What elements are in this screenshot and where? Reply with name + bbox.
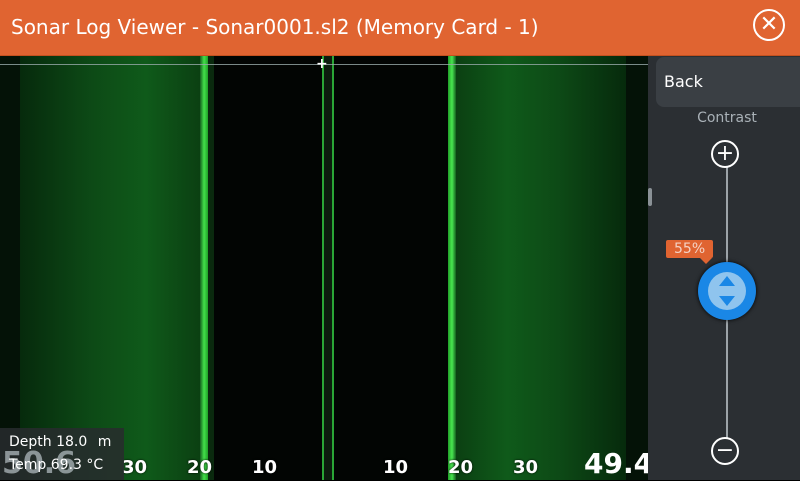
depth-label: Depth: [9, 434, 52, 450]
back-button[interactable]: Back: [656, 57, 800, 107]
back-label: Back: [664, 72, 703, 91]
window-title: Sonar Log Viewer - Sonar0001.sl2 (Memory…: [11, 15, 539, 39]
minus-icon[interactable]: −: [711, 437, 739, 465]
range-label: 10: [252, 457, 278, 478]
panel-scroll-handle[interactable]: [648, 188, 652, 206]
contrast-percent-badge: 55%: [666, 240, 714, 264]
knob-face: [708, 272, 746, 310]
temp-label: Temp: [9, 457, 47, 473]
depth-line: Depth 18.0 m: [9, 434, 111, 450]
title-bar: Sonar Log Viewer - Sonar0001.sl2 (Memory…: [0, 0, 800, 56]
sonar-band: [324, 56, 332, 480]
sonar-band: [0, 56, 20, 480]
contrast-slider-knob[interactable]: [698, 262, 756, 320]
range-label: 10: [383, 457, 409, 478]
crosshair-icon[interactable]: +: [316, 57, 328, 71]
sonar-band: [626, 56, 648, 480]
depth-temp-readout: 50.6 Depth 18.0 m Temp 69.3 °C: [0, 428, 124, 481]
bottom-right-readout: 49.4: [584, 447, 648, 480]
sonar-band: [214, 56, 322, 480]
sonar-band: [448, 56, 456, 480]
depth-unit: m: [97, 434, 112, 450]
range-label: 30: [513, 457, 539, 478]
range-label: 20: [187, 457, 213, 478]
close-icon[interactable]: ✕: [753, 9, 785, 41]
range-label: 20: [448, 457, 474, 478]
range-label: 30: [122, 457, 148, 478]
arrow-down-icon: [719, 296, 735, 306]
sonar-band: [200, 56, 208, 480]
temp-value: 69.3: [50, 457, 82, 473]
sonar-band: [456, 56, 626, 480]
sonar-band: [20, 56, 200, 480]
plus-icon[interactable]: +: [711, 140, 739, 168]
temp-line: Temp 69.3 °C: [9, 457, 103, 473]
temp-unit: °C: [86, 457, 104, 473]
sonar-view[interactable]: + 30 20 10 10 20 30 49.4: [0, 56, 648, 480]
sonar-band: [334, 56, 448, 480]
contrast-label: Contrast: [697, 110, 757, 126]
arrow-up-icon: [719, 276, 735, 286]
depth-value: 18.0: [56, 434, 88, 450]
